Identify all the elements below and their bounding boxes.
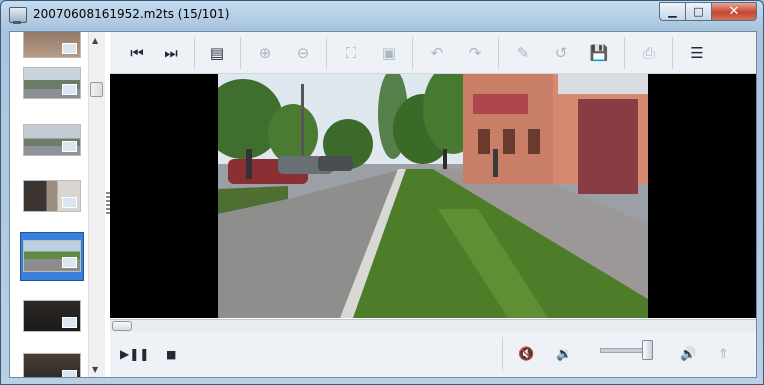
client-area: ▲ ▼ ⏮ ⏭ ▤ ⊕ ⊖ ⛶ ▣ ↶ ↷ ✎ ↺ 💾 ⎙ ☰ ▶❚❚ ■ 🔇 …	[9, 31, 757, 378]
video-file-icon	[62, 317, 77, 328]
video-file-icon	[62, 197, 77, 208]
volume-slider-handle[interactable]	[642, 340, 653, 360]
rotate-right-icon[interactable]: ↷	[464, 42, 486, 64]
thumbnail-2[interactable]	[23, 67, 81, 99]
thumbnail-1[interactable]	[23, 32, 81, 58]
video-file-icon	[62, 370, 77, 377]
thumbnail-3[interactable]	[23, 124, 81, 156]
video-frame	[218, 74, 648, 318]
volume-up-icon[interactable]: 🔊	[680, 344, 696, 364]
fullscreen-icon[interactable]: ⇑	[718, 344, 729, 364]
thumbnail-5[interactable]	[23, 240, 81, 272]
zoom-in-icon[interactable]: ⊕	[254, 42, 276, 64]
undo-icon[interactable]: ↺	[550, 42, 572, 64]
control-separator	[502, 337, 503, 371]
play-pause-button[interactable]: ▶❚❚	[120, 344, 149, 364]
toolbar-separator	[672, 37, 673, 69]
thumbnail-strip	[10, 32, 88, 377]
thumbnail-4[interactable]	[23, 180, 81, 212]
scroll-down-arrow-icon[interactable]: ▼	[92, 365, 98, 374]
app-icon	[9, 7, 27, 24]
slideshow-icon[interactable]: ▤	[206, 42, 228, 64]
maximize-button[interactable]: □	[686, 2, 712, 21]
video-file-icon	[62, 84, 77, 95]
toolbar-separator	[412, 37, 413, 69]
title-bar[interactable]: 20070608161952.m2ts (15/101) ▁ □ ✕	[1, 1, 763, 31]
street-scene-image	[218, 74, 648, 318]
volume-down-icon[interactable]: 🔉	[556, 344, 572, 364]
video-display[interactable]	[110, 74, 756, 318]
next-file-icon[interactable]: ⏭	[160, 42, 182, 64]
playback-controls: ▶❚❚ ■ 🔇 🔉 🔊 ⇑	[110, 332, 756, 377]
stop-button[interactable]: ■	[166, 344, 176, 364]
minimize-button[interactable]: ▁	[659, 2, 686, 21]
window-title: 20070608161952.m2ts (15/101)	[33, 7, 230, 21]
save-icon[interactable]: 💾	[588, 42, 610, 64]
scroll-up-arrow-icon[interactable]: ▲	[92, 36, 98, 45]
close-button[interactable]: ✕	[712, 2, 757, 21]
toolbar-separator	[194, 37, 195, 69]
thumbnail-scrollbar[interactable]: ▲ ▼	[88, 32, 105, 377]
fit-window-icon[interactable]: ⛶	[340, 42, 362, 64]
thumbnail-7[interactable]	[23, 353, 81, 377]
previous-file-icon[interactable]: ⏮	[126, 42, 148, 64]
video-file-icon	[62, 257, 77, 268]
video-file-icon	[62, 43, 77, 54]
zoom-out-icon[interactable]: ⊖	[292, 42, 314, 64]
seek-scrollbar-thumb[interactable]	[112, 321, 132, 331]
toolbar-separator	[624, 37, 625, 69]
toolbar-separator	[240, 37, 241, 69]
thumbnail-6[interactable]	[23, 300, 81, 332]
properties-icon[interactable]: ☰	[686, 42, 708, 64]
scrollbar-thumb[interactable]	[90, 82, 103, 97]
mute-icon[interactable]: 🔇	[518, 344, 534, 364]
video-file-icon	[62, 141, 77, 152]
toolbar-separator	[326, 37, 327, 69]
app-window: 20070608161952.m2ts (15/101) ▁ □ ✕ ▲ ▼ ⏮…	[0, 0, 764, 385]
edit-icon[interactable]: ✎	[512, 42, 534, 64]
caption-buttons: ▁ □ ✕	[659, 2, 757, 21]
seek-scrollbar[interactable]	[110, 319, 756, 333]
top-toolbar: ⏮ ⏭ ▤ ⊕ ⊖ ⛶ ▣ ↶ ↷ ✎ ↺ 💾 ⎙ ☰	[110, 32, 756, 74]
actual-size-icon[interactable]: ▣	[378, 42, 400, 64]
print-icon[interactable]: ⎙	[638, 42, 660, 64]
toolbar-separator	[498, 37, 499, 69]
rotate-left-icon[interactable]: ↶	[426, 42, 448, 64]
